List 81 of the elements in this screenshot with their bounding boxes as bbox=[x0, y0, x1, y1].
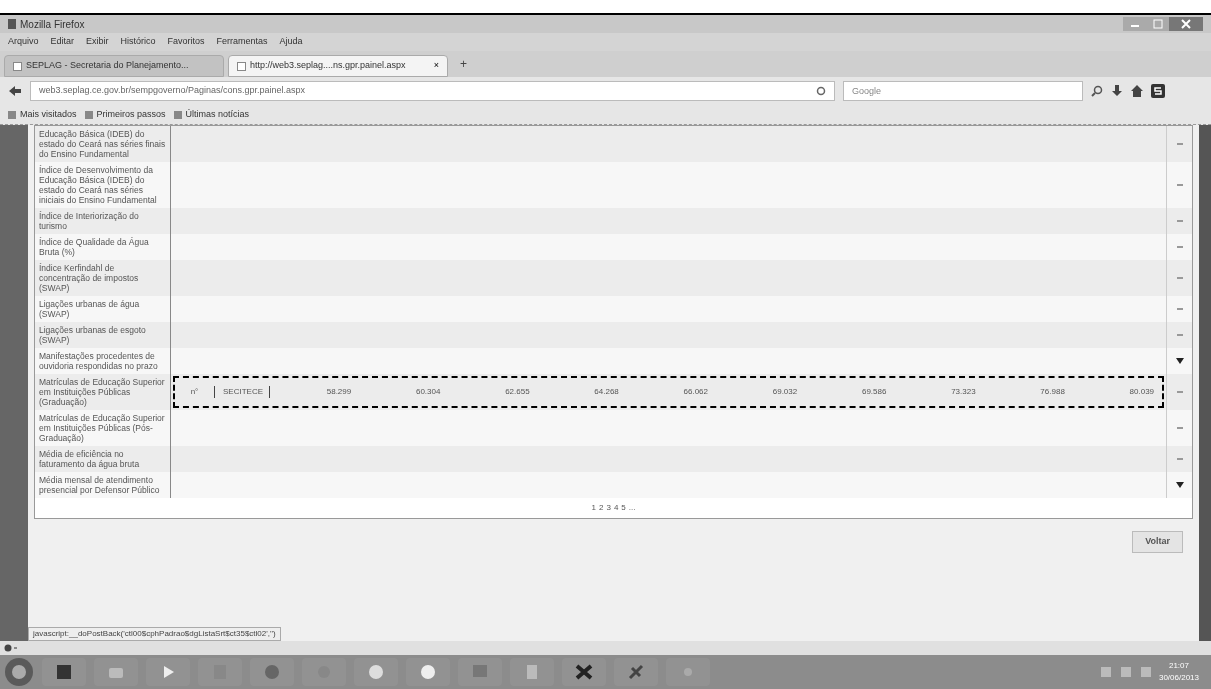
page-link[interactable]: 3 bbox=[606, 502, 611, 514]
value-cell-text: 64.268 bbox=[593, 386, 620, 398]
home-icon[interactable] bbox=[1131, 85, 1143, 97]
value-cell-text: 60.304 bbox=[414, 386, 442, 398]
page-icon bbox=[13, 61, 22, 71]
cross-icon[interactable] bbox=[562, 658, 606, 686]
table-row[interactable]: Índice de Interiorização do turismo bbox=[35, 208, 1192, 234]
addon-icon[interactable] bbox=[4, 644, 18, 652]
expand-icon[interactable] bbox=[1175, 482, 1184, 488]
browser-tab[interactable]: SEPLAG - Secretaria do Planejamento... bbox=[4, 55, 224, 77]
page-link[interactable]: 4 bbox=[613, 502, 619, 514]
address-field[interactable]: web3.seplag.ce.gov.br/sempgoverno/Paginas/cons.gpr.painel.aspx bbox=[30, 81, 835, 101]
page-link[interactable]: 5 bbox=[621, 502, 626, 514]
download-icon[interactable] bbox=[1111, 85, 1123, 97]
menu-item[interactable]: Ajuda bbox=[279, 35, 303, 49]
scrollbar[interactable] bbox=[1199, 125, 1211, 641]
file-icon[interactable] bbox=[510, 658, 554, 686]
pdf-icon[interactable] bbox=[42, 658, 86, 686]
tab-close[interactable]: × bbox=[433, 59, 439, 73]
value-cell-text: 66.062 bbox=[682, 386, 709, 398]
page-icon bbox=[237, 61, 246, 71]
bookmark-link[interactable]: Últimas notícias bbox=[185, 107, 250, 122]
search-icon[interactable] bbox=[1091, 85, 1103, 97]
play-icon[interactable] bbox=[146, 658, 190, 686]
table-row[interactable]: Manifestações procedentes de ouvidoria respondidas no prazo bbox=[35, 348, 1192, 374]
new-tab-button[interactable]: + bbox=[452, 55, 475, 73]
clock-time: 21:07 bbox=[1168, 660, 1189, 672]
menu-item[interactable]: Histórico bbox=[120, 35, 156, 49]
search-field[interactable]: Google bbox=[843, 81, 1083, 101]
close-icon[interactable] bbox=[1169, 17, 1203, 31]
reload-icon[interactable] bbox=[816, 86, 826, 96]
table-row[interactable]: Índice Kerfindahl de concentração de impostos (SWAP) bbox=[35, 260, 1192, 296]
menu-item[interactable]: Exibir bbox=[86, 35, 109, 49]
back-button[interactable]: Voltar bbox=[1132, 531, 1183, 553]
value-cell-text: 69.586 bbox=[860, 386, 888, 398]
menu-item[interactable]: Favoritos bbox=[167, 35, 205, 49]
status-text: javascript:__doPostBack('ctl00$cphPadrao$dgListaSrt$ct35$ctl02','') bbox=[28, 627, 281, 641]
page-link[interactable]: 1 bbox=[591, 502, 596, 514]
table-row[interactable]: Educação Básica (IDEB) do estado do Ceará nas séries finais do Ensino Fundamental bbox=[35, 126, 1192, 162]
agency-cell: SECITECE bbox=[215, 386, 270, 398]
value-cell-text: 58.299 bbox=[325, 386, 353, 398]
table-row[interactable]: Matrículas de Educação Superior em Instituições Públicas (Graduação) n° SECITECE 58.299 60.304 62.655 64.268 66.062 69.032 69.586 73.323 76.988 80.039 bbox=[35, 374, 1192, 410]
table-row[interactable]: Índice de Desenvolvimento da Educação Básica (IDEB) do estado do Ceará nas séries iniciais do Ensino Fundamental bbox=[35, 162, 1192, 208]
menu-item[interactable]: Arquivo bbox=[8, 35, 39, 49]
bookmark-icon bbox=[173, 110, 182, 119]
table-row[interactable]: Ligações urbanas de esgoto (SWAP) bbox=[35, 322, 1192, 348]
maximize-icon[interactable] bbox=[1147, 17, 1169, 31]
page-link[interactable]: ... bbox=[628, 502, 636, 514]
tab-label: http://web3.seplag....ns.gpr.painel.aspx bbox=[250, 59, 407, 73]
table-row[interactable]: Ligações urbanas de água (SWAP) bbox=[35, 296, 1192, 322]
tab-label: SEPLAG - Secretaria do Planejamento... bbox=[26, 59, 190, 73]
value-cell-text: 62.655 bbox=[504, 386, 531, 398]
bookmark-icon bbox=[8, 110, 16, 119]
bookmark-link[interactable]: Mais visitados bbox=[20, 107, 77, 122]
value-cell-text: 73.323 bbox=[950, 386, 977, 398]
chart-icon[interactable] bbox=[458, 658, 502, 686]
globe-icon[interactable] bbox=[250, 658, 294, 686]
extension-icon[interactable] bbox=[1151, 84, 1165, 98]
table-row[interactable]: Média de eficiência no faturamento da água bruta bbox=[35, 446, 1192, 472]
table-row[interactable]: Matrículas de Educação Superior em Instituições Públicas (Pós-Graduação) bbox=[35, 410, 1192, 446]
folder-icon[interactable] bbox=[94, 658, 138, 686]
window-title: Mozilla Firefox bbox=[20, 17, 85, 32]
table-row[interactable]: Índice de Qualidade da Água Bruta (%) bbox=[35, 234, 1192, 260]
minimize-icon[interactable] bbox=[1123, 17, 1147, 31]
table-row[interactable]: Média mensal de atendimento presencial por Defensor Público bbox=[35, 472, 1192, 498]
start-icon[interactable] bbox=[4, 657, 34, 687]
value-cell-text: 80.039 bbox=[1128, 386, 1156, 398]
browser-tab[interactable]: http://web3.seplag....ns.gpr.painel.aspx × bbox=[228, 55, 448, 77]
unit-cell: n° bbox=[175, 386, 215, 398]
bookmark-icon bbox=[84, 110, 93, 119]
clock-date: 30/06/2013 bbox=[1158, 672, 1199, 684]
value-cell-text: 76.988 bbox=[1039, 386, 1066, 398]
back-icon[interactable] bbox=[8, 85, 22, 97]
expand-icon[interactable] bbox=[1175, 358, 1184, 364]
page-link[interactable]: 2 bbox=[599, 502, 604, 514]
menu-item[interactable]: Ferramentas bbox=[216, 35, 268, 49]
menu-item[interactable]: Editar bbox=[50, 35, 75, 49]
bookmark-link[interactable]: Primeiros passos bbox=[96, 107, 166, 122]
value-cell-text: 69.032 bbox=[771, 386, 799, 398]
app-icon bbox=[8, 19, 16, 29]
tool-icon[interactable] bbox=[614, 658, 658, 686]
